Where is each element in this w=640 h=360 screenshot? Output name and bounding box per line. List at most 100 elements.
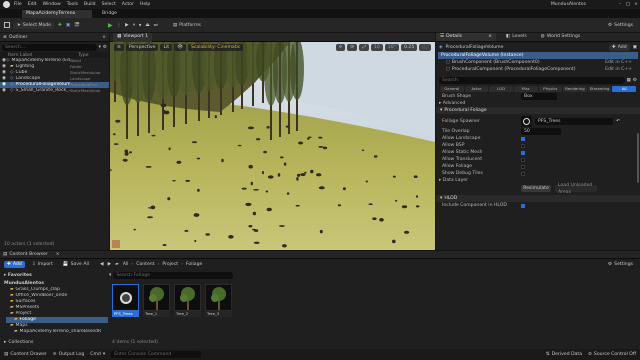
menu-item-actor[interactable]: Actor (122, 2, 134, 7)
add-button[interactable]: ✚ Add (4, 261, 25, 268)
output-log-button[interactable]: ≡ Output Log (53, 352, 84, 357)
component-row[interactable]: ◻ BrushComponent (BrushComponent0) Edit in… (438, 59, 638, 66)
scalability-warning[interactable]: Scalability: Cinematic (187, 44, 244, 51)
asset-tile[interactable]: Tree_1 (143, 284, 170, 317)
close-icon[interactable]: × (488, 33, 492, 41)
breadcrumb-item[interactable]: All (123, 262, 129, 267)
filter-tab-physics[interactable]: Physics (538, 86, 563, 92)
console-input[interactable]: Enter Console Command (111, 351, 202, 358)
resimulate-button[interactable]: Resimulate (521, 185, 551, 192)
asset-tile[interactable]: PFS_Trees (112, 284, 139, 317)
menu-item-build[interactable]: Build (84, 2, 96, 7)
procedural-foliage-section[interactable]: ▾ Procedural Foliage (436, 107, 640, 114)
outliner-settings-icon[interactable]: ⚙ (103, 45, 107, 50)
root-folder[interactable]: MundusAlentos (4, 281, 44, 286)
menu-item-edit[interactable]: Edit (28, 2, 37, 7)
world-settings-tab[interactable]: ◍ World Settings (537, 33, 584, 41)
instance-row[interactable]: ProceduralFoliageVolume (Instance) (438, 52, 638, 59)
menu-item-file[interactable]: File (14, 2, 22, 7)
hlod-section[interactable]: ▾ HLOD (436, 195, 640, 202)
camera-speed-icon[interactable]: 🎥 (419, 44, 431, 51)
filter-tab-rendering[interactable]: Rendering (563, 86, 587, 92)
cmd-button[interactable]: Cmd ▾ (90, 352, 105, 357)
bridge-tab[interactable]: Bridge (98, 10, 121, 18)
scale-tool-icon[interactable]: ⤢ (359, 44, 370, 51)
add-actor-icon[interactable]: ✚ (58, 23, 62, 28)
component-row[interactable]: ◻ ProceduralComponent (ProceduralFoliageC… (438, 66, 638, 73)
grid-snap-button[interactable]: 10 (371, 44, 383, 51)
levels-tab[interactable]: ◧ Levels (502, 33, 531, 41)
play-button[interactable]: ▶ (108, 22, 113, 29)
menu-item-window[interactable]: Window (43, 2, 61, 7)
foliage-spawner-dropdown[interactable]: PFS_Trees (535, 117, 613, 125)
details-settings-icon[interactable]: ⚙ (633, 78, 637, 83)
skip-icon[interactable]: ⏭ (154, 22, 158, 28)
reset-icon[interactable]: ↶ (616, 119, 620, 124)
pause-icon[interactable]: ⏸ (133, 22, 135, 28)
filter-tab-lod[interactable]: LOD (489, 86, 513, 92)
advanced-row[interactable]: ▸ Advanced (436, 100, 640, 107)
eject-icon[interactable]: ⏏ (145, 23, 149, 28)
stop-icon[interactable]: ⏹ (139, 22, 141, 28)
include-hlod-checkbox[interactable] (521, 203, 525, 208)
import-button[interactable]: ⇩ Import (29, 261, 56, 268)
select-mode-button[interactable]: ➤ Select Mode (14, 21, 55, 29)
blueprint-icon[interactable]: ▣ (633, 45, 637, 50)
minimize-button[interactable]: – (616, 2, 624, 7)
show-button[interactable]: 👁 (174, 44, 186, 51)
details-search-input[interactable]: Search (439, 76, 625, 84)
breadcrumb-item[interactable]: Foliage (186, 262, 202, 267)
details-tab[interactable]: ☰ Details × (436, 33, 496, 41)
close-icon[interactable]: × (56, 252, 60, 257)
angle-snap-button[interactable]: 10° (384, 44, 400, 51)
asset-tile[interactable]: Tree_3 (205, 284, 232, 317)
grid-view-icon[interactable]: ▦ (627, 78, 631, 83)
edit-in-cpp-link[interactable]: Edit in C++ (605, 67, 632, 72)
close-button[interactable]: × (632, 2, 640, 7)
filter-tab-actor[interactable]: Actor (464, 86, 489, 92)
foliage-spawner-thumbnail[interactable] (521, 115, 532, 127)
checkbox[interactable] (521, 164, 525, 169)
checkbox[interactable] (521, 171, 525, 176)
cb-settings-button[interactable]: ⚙ Settings (605, 261, 636, 268)
menu-item-help[interactable]: Help (140, 2, 150, 7)
platforms-button[interactable]: ▤ Platforms (170, 22, 204, 29)
checkbox[interactable] (521, 150, 525, 155)
filter-tab-streaming[interactable]: Streaming (587, 86, 612, 92)
viewport-tab[interactable]: ▦ Viewport 1 (113, 32, 153, 42)
brush-shape-dropdown[interactable]: Box (521, 93, 557, 100)
forward-icon[interactable]: ▶ (108, 262, 112, 267)
filter-tab-all[interactable]: All (612, 86, 636, 92)
filter-tab-general[interactable]: General (440, 86, 464, 92)
tile-overlap-input[interactable]: 50 (521, 128, 561, 135)
save-icon[interactable] (4, 22, 10, 28)
blueprint-icon[interactable]: ▣ (66, 23, 70, 28)
add-component-button[interactable]: ✚ Add (608, 43, 630, 51)
move-tool-icon[interactable]: ✥ (335, 44, 346, 51)
favorites-header[interactable]: ▸ Favorites (4, 273, 109, 278)
load-unloaded-button[interactable]: Load Unloaded Areas (555, 183, 597, 195)
data-layer-row[interactable]: ▸ Data Layer (436, 177, 640, 184)
menu-item-select[interactable]: Select (102, 2, 116, 7)
unreal-logo-icon[interactable] (3, 1, 10, 8)
collections-header[interactable]: ▸ Collections (4, 338, 33, 346)
asset-tile[interactable]: Tree_2 (174, 284, 201, 317)
checkbox[interactable] (521, 136, 525, 141)
filter-icon[interactable]: ▾ (99, 45, 101, 50)
lit-button[interactable]: Lit (160, 44, 173, 51)
viewport-menu-button[interactable]: ≡ (114, 44, 124, 51)
details-scrollbar[interactable] (637, 133, 639, 183)
level-tab[interactable]: MapaAcidemyTerreno (22, 9, 92, 18)
source-control-button[interactable]: ⊘ Source Control Off (588, 352, 636, 357)
asset-search-input[interactable]: Search Foliage (113, 271, 234, 279)
outliner-row[interactable]: ◉ ◇ S_Small_Granite_Rock_... StaticMeshActo… (0, 88, 109, 94)
close-icon[interactable]: × (102, 35, 106, 40)
back-icon[interactable]: ◀ (100, 262, 104, 267)
launch-icon[interactable]: ▶ (125, 23, 129, 28)
viewport-scene[interactable] (110, 42, 435, 250)
scale-snap-button[interactable]: 0.25 (401, 44, 418, 51)
breadcrumb-item[interactable]: Project (162, 262, 178, 267)
filter-icon[interactable]: ▾ (109, 273, 111, 278)
maximize-button[interactable]: □ (624, 2, 632, 7)
perspective-button[interactable]: Perspective (125, 44, 159, 51)
